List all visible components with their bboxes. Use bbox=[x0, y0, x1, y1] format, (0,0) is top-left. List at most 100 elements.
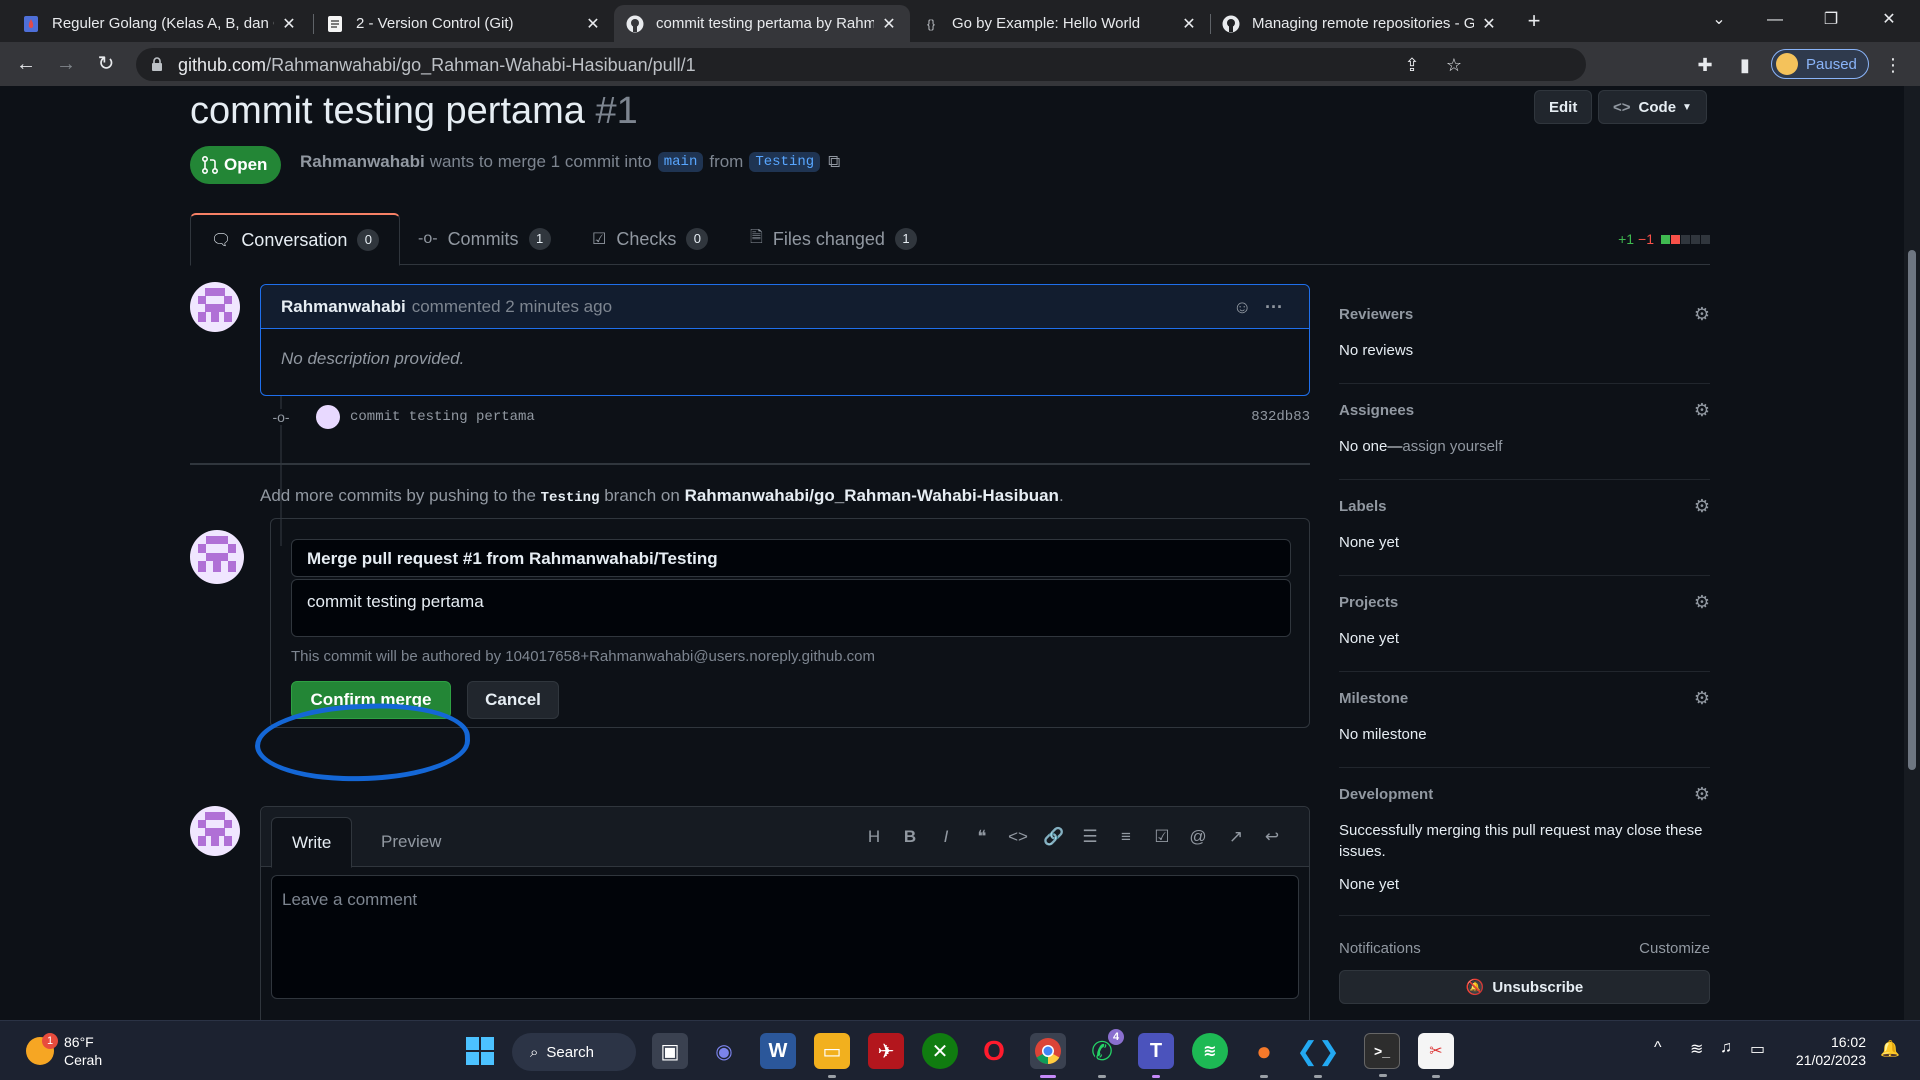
gear-icon[interactable]: ⚙ bbox=[1694, 400, 1710, 421]
browser-tab-5[interactable]: Managing remote repositories - G ✕ bbox=[1210, 5, 1510, 42]
reload-icon[interactable]: ↻ bbox=[92, 50, 120, 78]
browser-tab-2[interactable]: 2 - Version Control (Git) ✕ bbox=[314, 5, 614, 42]
address-bar[interactable]: github.com/Rahmanwahabi/go_Rahman-Wahabi… bbox=[136, 48, 1586, 81]
tab-checks[interactable]: ☑ Checks 0 bbox=[572, 213, 728, 265]
unsubscribe-button[interactable]: 🔕 Unsubscribe bbox=[1339, 970, 1710, 1004]
comment-timestamp[interactable]: commented 2 minutes ago bbox=[412, 297, 612, 317]
avatar[interactable] bbox=[190, 282, 240, 332]
close-icon[interactable]: ✕ bbox=[584, 14, 602, 34]
bold-icon[interactable]: B bbox=[897, 825, 923, 849]
snipping-tool-icon[interactable]: ✂ bbox=[1418, 1033, 1454, 1078]
reply-icon[interactable]: ↩ bbox=[1259, 825, 1285, 849]
task-view-icon[interactable]: ▣ bbox=[652, 1033, 688, 1069]
task-list-icon[interactable]: ☑ bbox=[1149, 825, 1175, 849]
chevron-up-icon[interactable]: ^ bbox=[1654, 1039, 1662, 1057]
tab-files-changed[interactable]: 🗎 Files changed 1 bbox=[730, 213, 937, 265]
sidebar-label[interactable]: Milestone bbox=[1339, 690, 1408, 707]
sidebar-label[interactable]: Projects bbox=[1339, 594, 1398, 611]
avatar[interactable] bbox=[190, 806, 240, 856]
restore-icon[interactable]: ❐ bbox=[1808, 0, 1854, 40]
file-explorer-icon[interactable]: ▭ bbox=[814, 1033, 850, 1078]
assign-yourself-link[interactable]: assign yourself bbox=[1402, 438, 1502, 455]
sidebar-label[interactable]: Development bbox=[1339, 786, 1433, 803]
unordered-list-icon[interactable]: ☰ bbox=[1077, 825, 1103, 849]
merge-commit-title-input[interactable]: Merge pull request #1 from Rahmanwahabi/… bbox=[291, 539, 1291, 577]
smiley-icon[interactable]: ☺ bbox=[1233, 297, 1251, 318]
italic-icon[interactable]: I bbox=[933, 825, 959, 849]
vscode-icon[interactable]: ❮❯ bbox=[1296, 1033, 1340, 1078]
quote-icon[interactable]: ❝ bbox=[969, 825, 995, 849]
merge-commit-message-textarea[interactable]: commit testing pertama bbox=[291, 579, 1291, 637]
comment-textarea[interactable]: Leave a comment bbox=[271, 875, 1299, 999]
cross-reference-icon[interactable]: ↗ bbox=[1223, 825, 1249, 849]
repo-link[interactable]: Rahmanwahabi/go_Rahman-Wahabi-Hasibuan bbox=[685, 486, 1059, 505]
gear-icon[interactable]: ⚙ bbox=[1694, 688, 1710, 709]
share-icon[interactable]: ⇪ bbox=[1402, 55, 1422, 75]
base-branch-label[interactable]: main bbox=[657, 152, 704, 172]
browser-tab-4[interactable]: {} Go by Example: Hello World ✕ bbox=[910, 5, 1210, 42]
pr-author-link[interactable]: Rahmanwahabi bbox=[300, 152, 425, 172]
chat-icon[interactable]: ◉ bbox=[706, 1033, 742, 1069]
gear-icon[interactable]: ⚙ bbox=[1694, 304, 1710, 325]
new-tab-button[interactable]: + bbox=[1520, 8, 1548, 36]
battery-icon[interactable]: ▭ bbox=[1750, 1039, 1765, 1059]
tab-search-chevron-icon[interactable]: ⌄ bbox=[1696, 0, 1742, 40]
browser-tab-3-active[interactable]: commit testing pertama by Rahm ✕ bbox=[614, 5, 910, 42]
app-icon[interactable]: ✈ bbox=[868, 1033, 904, 1069]
side-panel-icon[interactable]: ▮ bbox=[1734, 54, 1756, 76]
xbox-icon[interactable]: ✕ bbox=[922, 1033, 958, 1069]
code-button[interactable]: <> Code ▼ bbox=[1598, 90, 1707, 124]
volume-icon[interactable]: ♫ bbox=[1720, 1039, 1732, 1057]
bookmark-star-icon[interactable]: ☆ bbox=[1444, 55, 1464, 75]
gear-icon[interactable]: ⚙ bbox=[1694, 496, 1710, 517]
copy-icon[interactable]: ⧉ bbox=[828, 152, 840, 172]
gear-icon[interactable]: ⚙ bbox=[1694, 784, 1710, 805]
tab-preview[interactable]: Preview bbox=[361, 817, 461, 867]
postman-icon[interactable]: ● bbox=[1246, 1033, 1282, 1078]
extensions-puzzle-icon[interactable]: ✚ bbox=[1694, 54, 1716, 76]
head-branch-label[interactable]: Testing bbox=[749, 152, 821, 172]
weather-widget[interactable]: 1 86°F Cerah bbox=[26, 1033, 102, 1069]
tab-commits[interactable]: -o- Commits 1 bbox=[398, 213, 571, 265]
profile-button[interactable]: Paused bbox=[1771, 49, 1869, 79]
ordered-list-icon[interactable]: ≡ bbox=[1113, 825, 1139, 849]
commit-sha-link[interactable]: 832db83 bbox=[1251, 409, 1310, 425]
system-clock[interactable]: 16:02 21/02/2023 bbox=[1780, 1033, 1866, 1069]
sidebar-label[interactable]: Assignees bbox=[1339, 402, 1414, 419]
close-icon[interactable]: ✕ bbox=[1180, 14, 1198, 34]
opera-icon[interactable]: O bbox=[976, 1033, 1012, 1069]
sidebar-label[interactable]: Labels bbox=[1339, 498, 1387, 515]
spotify-icon[interactable]: ≋ bbox=[1192, 1033, 1228, 1069]
cancel-button[interactable]: Cancel bbox=[467, 681, 559, 719]
window-close-icon[interactable]: ✕ bbox=[1866, 0, 1912, 40]
wifi-icon[interactable]: ≋ bbox=[1690, 1039, 1703, 1059]
close-icon[interactable]: ✕ bbox=[880, 14, 898, 34]
chrome-icon[interactable] bbox=[1030, 1033, 1066, 1078]
whatsapp-icon[interactable]: ✆ 4 bbox=[1084, 1029, 1124, 1078]
forward-arrow-icon[interactable]: → bbox=[52, 50, 80, 78]
taskbar-search[interactable]: ⌕ Search bbox=[512, 1033, 636, 1071]
windows-start-icon[interactable] bbox=[462, 1033, 498, 1069]
word-icon[interactable]: W bbox=[760, 1033, 796, 1069]
teams-icon[interactable]: T bbox=[1138, 1033, 1174, 1078]
minimize-icon[interactable]: — bbox=[1752, 0, 1798, 40]
avatar[interactable] bbox=[316, 405, 340, 429]
customize-link[interactable]: Customize bbox=[1639, 940, 1710, 957]
close-icon[interactable]: ✕ bbox=[280, 14, 298, 34]
gear-icon[interactable]: ⚙ bbox=[1694, 592, 1710, 613]
kebab-menu-icon[interactable]: ⋮ bbox=[1882, 54, 1904, 76]
sidebar-label[interactable]: Reviewers bbox=[1339, 306, 1413, 323]
terminal-icon[interactable]: >_ bbox=[1364, 1033, 1400, 1077]
avatar[interactable] bbox=[190, 530, 244, 584]
code-icon[interactable]: <> bbox=[1005, 825, 1031, 849]
back-arrow-icon[interactable]: ← bbox=[12, 50, 40, 78]
browser-tab-1[interactable]: Reguler Golang (Kelas A, B, dan C ✕ bbox=[10, 5, 310, 42]
close-icon[interactable]: ✕ bbox=[1480, 14, 1498, 34]
tab-write[interactable]: Write bbox=[271, 817, 353, 868]
comment-author[interactable]: Rahmanwahabi bbox=[281, 297, 406, 317]
edit-button[interactable]: Edit bbox=[1534, 90, 1593, 124]
page-scrollbar[interactable] bbox=[1904, 86, 1920, 1020]
link-icon[interactable]: 🔗 bbox=[1041, 825, 1067, 849]
heading-icon[interactable]: H bbox=[861, 825, 887, 849]
commit-message-link[interactable]: commit testing pertama bbox=[350, 409, 535, 425]
